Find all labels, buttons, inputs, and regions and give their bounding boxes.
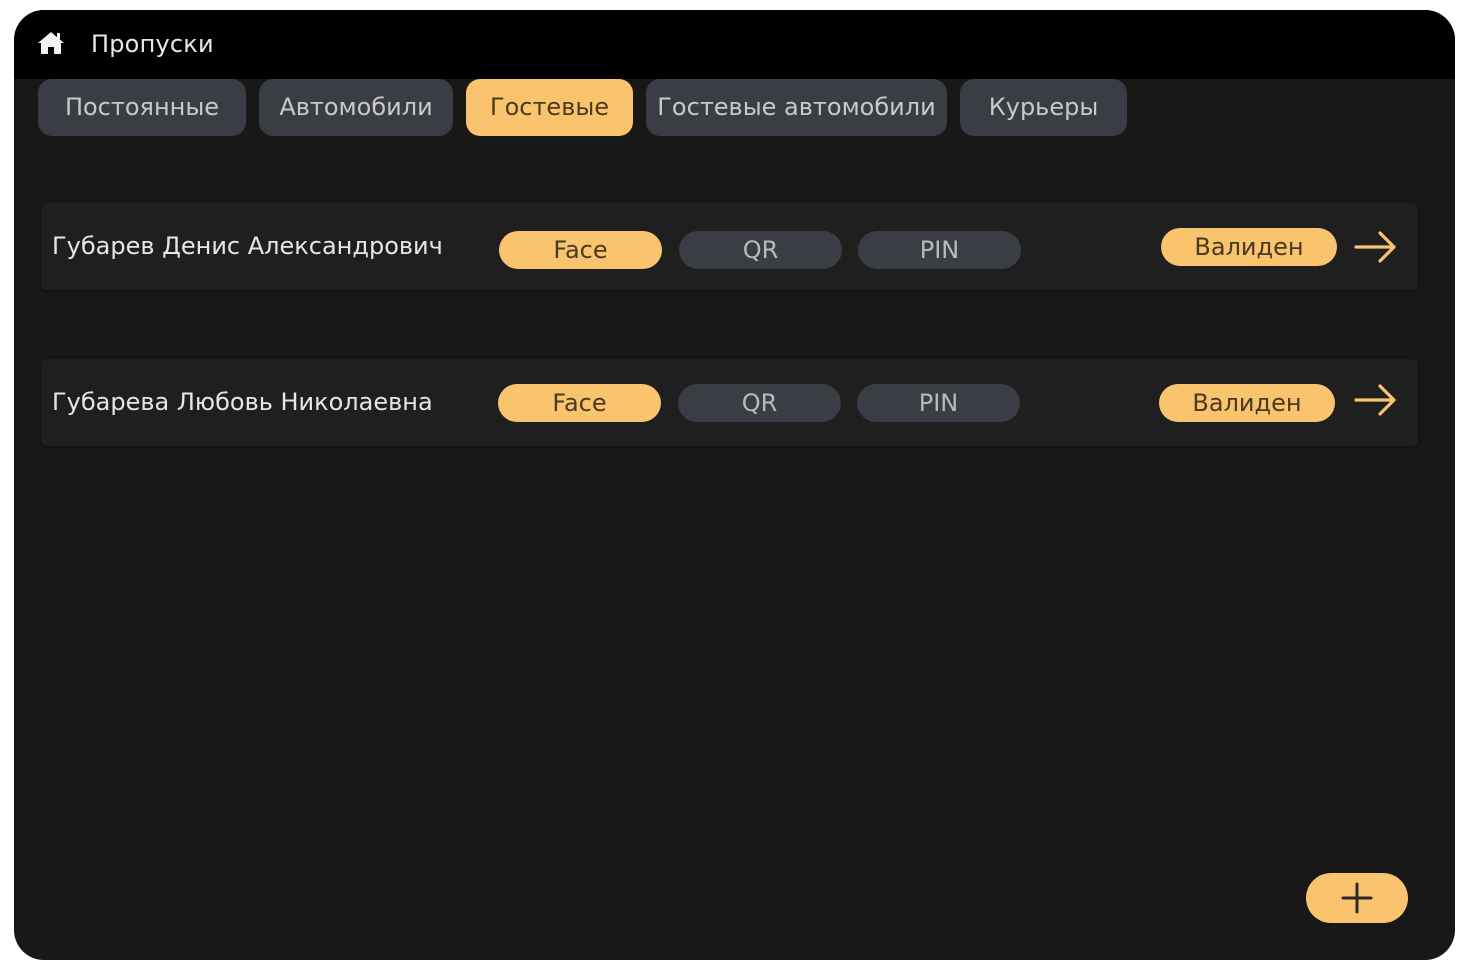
arrow-right-icon[interactable] xyxy=(1354,383,1398,417)
tab-guest-vehicles[interactable]: Гостевые автомобили xyxy=(646,79,947,136)
method-qr-badge: QR xyxy=(678,384,841,422)
arrow-right-icon[interactable] xyxy=(1354,230,1398,264)
add-pass-button[interactable] xyxy=(1306,873,1408,923)
pass-holder-name: Губарева Любовь Николаевна xyxy=(52,388,433,416)
method-pin-badge: PIN xyxy=(857,384,1020,422)
tab-couriers[interactable]: Курьеры xyxy=(960,79,1127,136)
status-badge: Валиден xyxy=(1161,228,1337,266)
pass-row[interactable]: Губарева Любовь Николаевна Face QR PIN В… xyxy=(41,359,1418,446)
app-screen: Пропуски Постоянные Автомобили Гостевые … xyxy=(14,10,1455,960)
method-qr-badge: QR xyxy=(679,231,842,269)
plus-icon xyxy=(1341,882,1373,914)
method-face-badge: Face xyxy=(499,231,662,269)
tab-permanent[interactable]: Постоянные xyxy=(38,79,246,136)
status-badge: Валиден xyxy=(1159,384,1335,422)
pass-row[interactable]: Губарев Денис Александрович Face QR PIN … xyxy=(41,203,1418,290)
pass-holder-name: Губарев Денис Александрович xyxy=(52,232,443,260)
home-icon[interactable] xyxy=(36,30,66,56)
method-face-badge: Face xyxy=(498,384,661,422)
method-pin-badge: PIN xyxy=(858,231,1021,269)
tab-guests[interactable]: Гостевые xyxy=(466,79,633,136)
tab-vehicles[interactable]: Автомобили xyxy=(259,79,453,136)
top-bar: Пропуски xyxy=(14,10,1455,79)
pass-type-tabs: Постоянные Автомобили Гостевые Гостевые … xyxy=(14,79,1455,137)
page-title: Пропуски xyxy=(91,30,214,58)
